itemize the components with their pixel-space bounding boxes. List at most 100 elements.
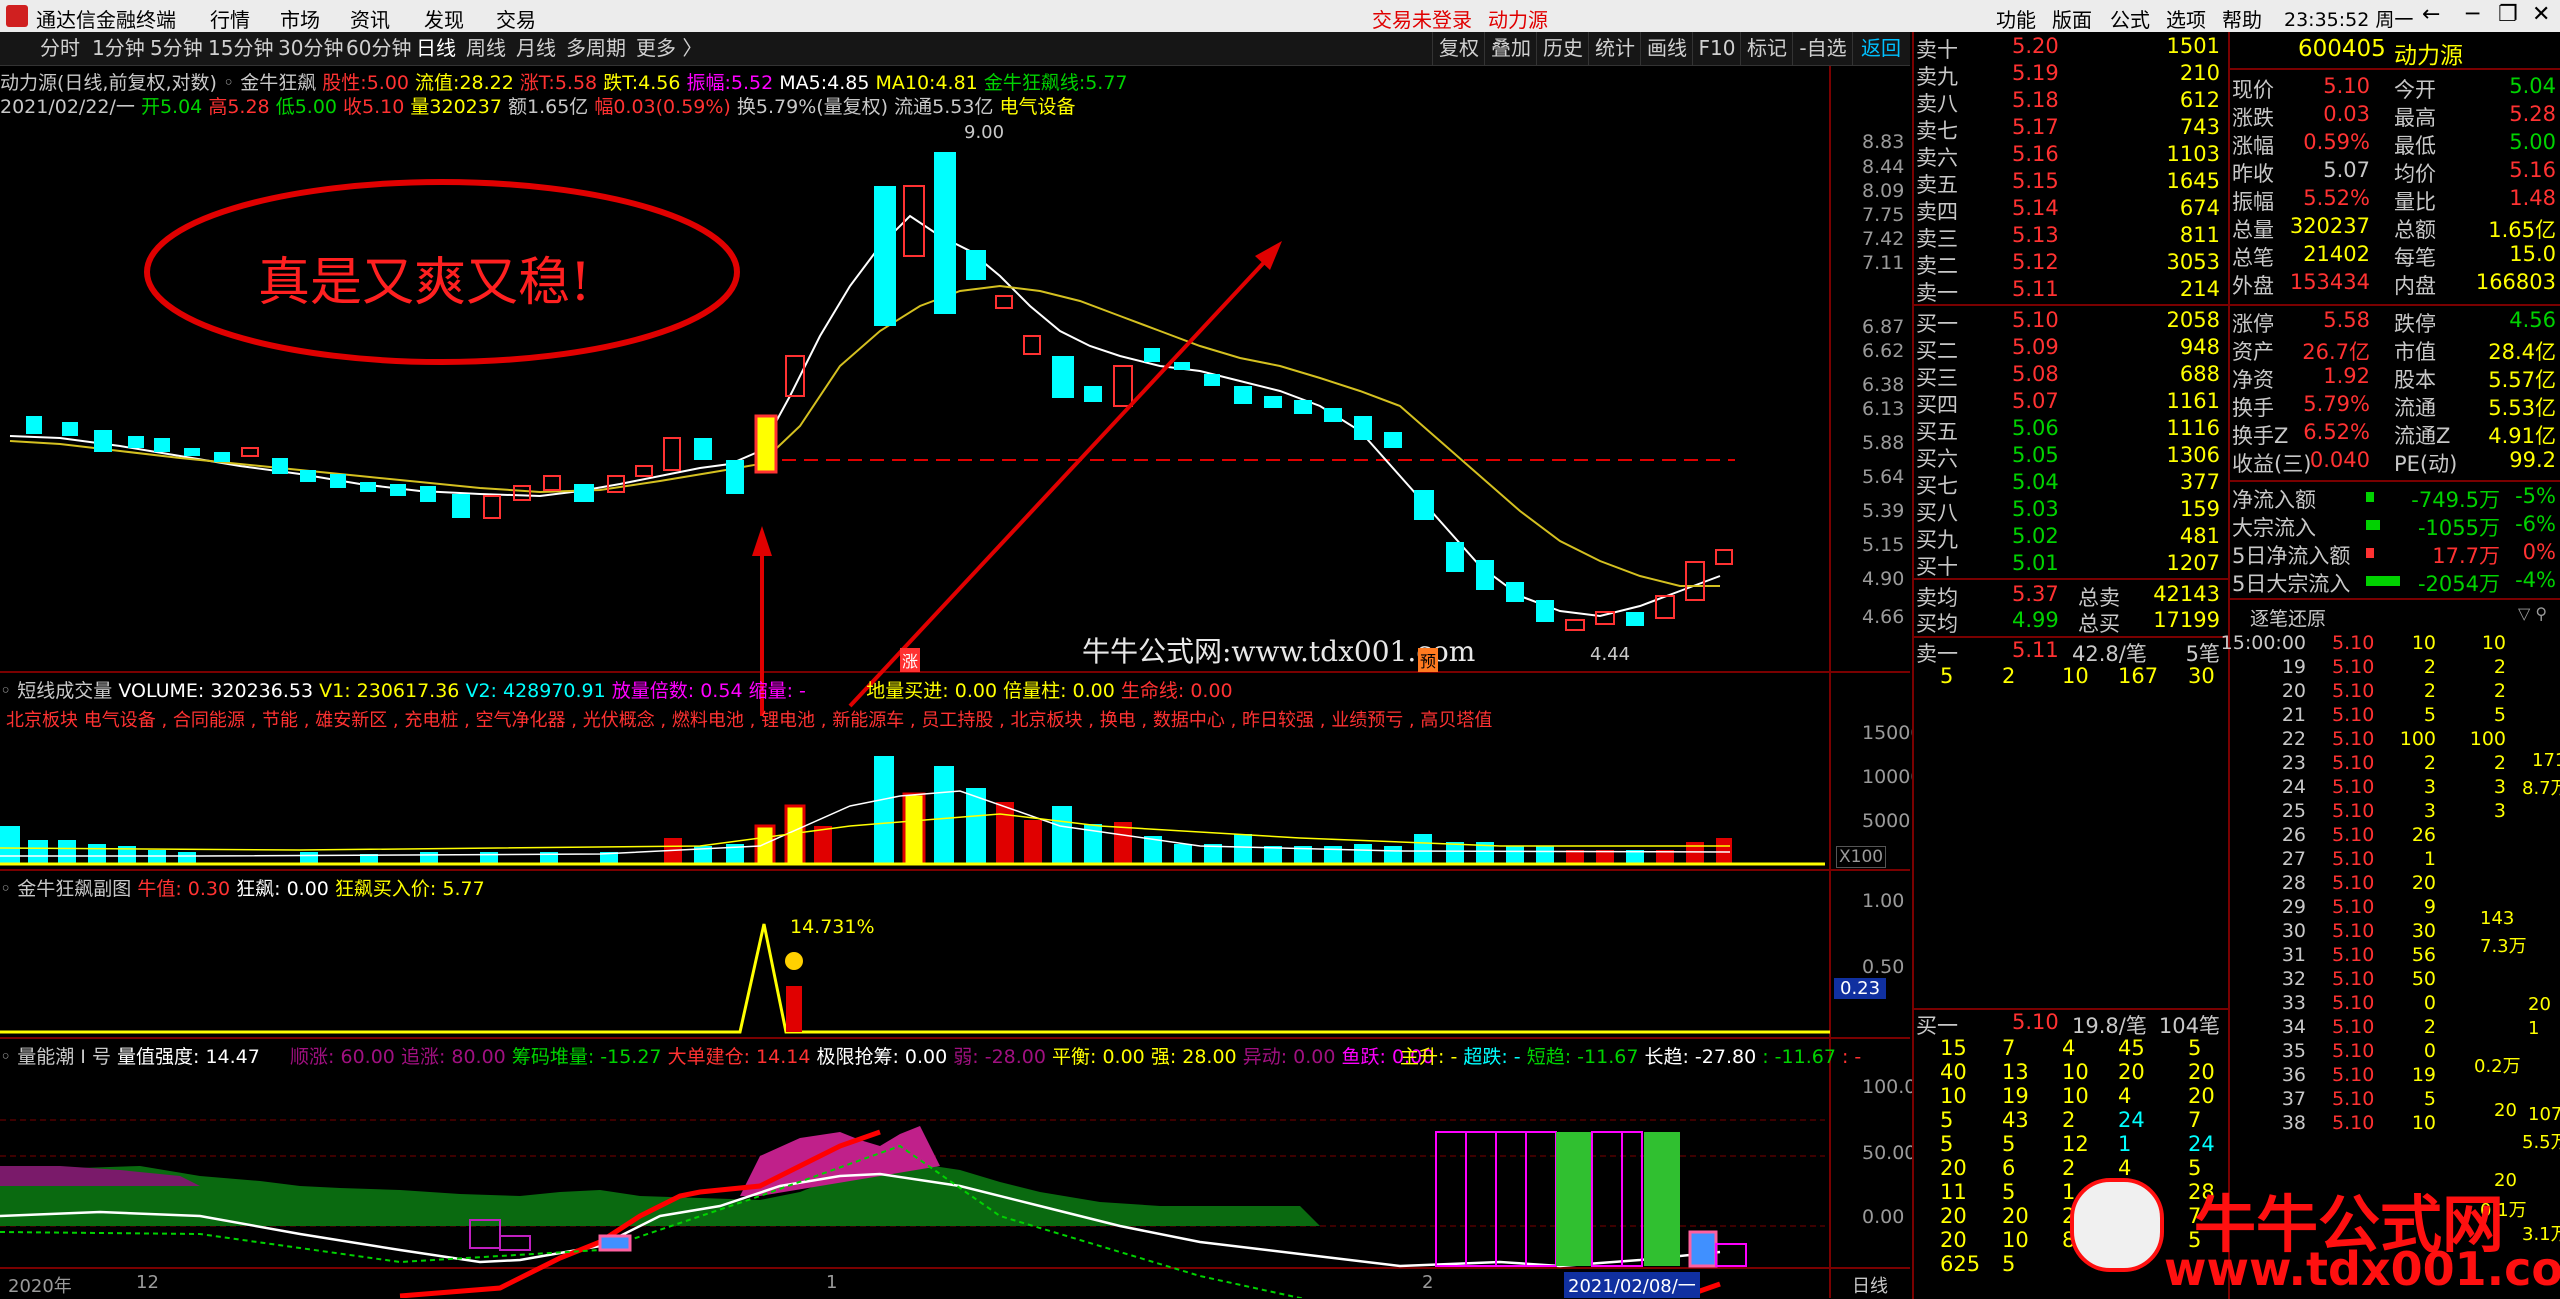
period-tab[interactable]: 月线	[516, 32, 556, 65]
tick-row: 28 5.10 20	[2281, 872, 2436, 894]
sell-level-row[interactable]: 卖十 5.20 1501	[1912, 34, 2228, 62]
menu-item[interactable]: 资讯	[350, 4, 390, 33]
period-tab[interactable]: 5分钟	[150, 32, 203, 65]
fund-flow-row: 5日大宗流入 -2054万 -4%	[2232, 568, 2556, 596]
quote-row: 涨跌 0.03 最高 5.28	[2232, 102, 2556, 130]
return-button[interactable]: 返回	[1852, 32, 1909, 65]
order-book: 卖十 5.20 1501 卖九 5.19 210 卖八 5.18 612 卖七 5.17 743 卖六 5…	[1912, 32, 2228, 1299]
tick-aggregate: 5.5万	[2522, 1132, 2560, 1153]
period-tab[interactable]: 30分钟	[278, 32, 343, 65]
tick-aggregate: 171	[2532, 750, 2560, 771]
period-indicator: 日线	[1852, 1276, 1888, 1297]
tick-row: 20 5.10 2 2	[2281, 680, 2506, 702]
period-tab[interactable]: 60分钟	[346, 32, 411, 65]
period-tab[interactable]: 更多 〉	[636, 32, 702, 65]
f10-button[interactable]: F10	[1692, 32, 1741, 65]
volume-header: ◦ 短线成交量 VOLUME: 320236.53 V1: 230617.36 …	[0, 680, 1233, 702]
buy-level-row[interactable]: 买四 5.07 1161	[1912, 389, 2228, 417]
menu-item[interactable]: 选项	[2166, 4, 2206, 33]
tick-aggregate: 1	[2528, 1018, 2540, 1039]
quote-row: 总量 320237 总额 1.65亿	[2232, 214, 2556, 242]
clock: 23:35:52 周一	[2284, 9, 2414, 31]
quote-panel: 600405 动力源 现价 5.10 今开 5.04 涨跌 0.03 最高 5.28 涨幅 0.5…	[2220, 32, 2560, 1299]
menu-item[interactable]: 发现	[424, 4, 464, 33]
overlay-button[interactable]: 叠加	[1484, 32, 1537, 65]
ticks-title[interactable]: 逐笔还原	[2250, 604, 2326, 631]
sell-level-row[interactable]: 卖八 5.18 612	[1912, 88, 2228, 116]
tick-row: 32 5.10 50	[2281, 968, 2436, 990]
menu-item[interactable]: 版面	[2052, 4, 2092, 33]
period-tab[interactable]: 周线	[466, 32, 506, 65]
tick-row: 25 5.10 3 3	[2281, 800, 2506, 822]
close-icon[interactable]: ✕	[2532, 2, 2550, 27]
low-price-label: 4.44	[1590, 644, 1631, 665]
sell1-queue-header: 卖一 5.11 42.8/笔 5笔	[1916, 638, 2220, 666]
menu-item[interactable]: 公式	[2110, 4, 2150, 33]
menu-item[interactable]: 交易	[496, 4, 536, 33]
period-tab[interactable]: 15分钟	[208, 32, 273, 65]
remove-watchlist-button[interactable]: -自选	[1792, 32, 1853, 65]
filter-icon[interactable]: ▽ ⚲	[2518, 604, 2547, 623]
period-tab[interactable]: 1分钟	[92, 32, 145, 65]
energy-panel-chart	[0, 1119, 1825, 1298]
buy-level-row[interactable]: 买三 5.08 688	[1912, 362, 2228, 390]
stock-code: 600405	[2298, 36, 2386, 62]
period-tab[interactable]: 多周期	[566, 32, 626, 65]
menu-item[interactable]: 功能	[1996, 4, 2036, 33]
quote-row: 昨收 5.07 均价 5.16	[2232, 158, 2556, 186]
buy-level-row[interactable]: 买八 5.03 159	[1912, 497, 2228, 525]
trade-status[interactable]: 交易未登录	[1372, 4, 1472, 33]
draw-button[interactable]: 画线	[1640, 32, 1693, 65]
timeline-label: 1	[826, 1272, 838, 1293]
tick-row: 15:00:00 5.10 10 10	[2220, 632, 2506, 654]
period-toolbar: 分时 1分钟 5分钟 15分钟 30分钟 60分钟 日线 周线 月线 多周期 更…	[0, 32, 1910, 66]
sub-panel-header: ◦ 金牛狂飙副图 牛值: 0.30 狂飙: 0.00 狂飙买入价: 5.77	[0, 878, 485, 900]
mark-button[interactable]: 标记	[1740, 32, 1793, 65]
high-price-label: 9.00	[964, 122, 1005, 143]
tick-row: 19 5.10 2 2	[2281, 656, 2506, 678]
stock-name-link[interactable]: 动力源	[1488, 4, 1548, 33]
sell-level-row[interactable]: 卖二 5.12 3053	[1912, 250, 2228, 278]
sell-level-row[interactable]: 卖六 5.16 1103	[1912, 142, 2228, 170]
buy-level-row[interactable]: 买五 5.06 1116	[1912, 416, 2228, 444]
fuquan-button[interactable]: 复权	[1432, 32, 1485, 65]
energy-header-right: 主升: - 超跌: - 短趋: -11.67 长趋: -27.80 : -11.…	[1400, 1046, 1862, 1068]
tick-row: 33 5.10 0	[2281, 992, 2436, 1014]
back-arrow-icon[interactable]: ←	[2422, 2, 2440, 27]
tick-row: 22 5.10 100 100	[2281, 728, 2506, 750]
minimize-icon[interactable]: ─	[2466, 2, 2479, 27]
tick-row: 26 5.10 26	[2281, 824, 2436, 846]
buy-level-row[interactable]: 买十 5.01 1207	[1912, 551, 2228, 579]
period-tab[interactable]: 分时	[40, 32, 80, 65]
fund-flow-row: 大宗流入 -1055万 -6%	[2232, 512, 2556, 540]
sell-level-row[interactable]: 卖三 5.13 811	[1912, 223, 2228, 251]
menu-item[interactable]: 行情	[210, 4, 250, 33]
title-bar: 通达信金融终端 行情 市场 资讯 发现 交易 交易未登录 动力源 功能 版面 公…	[0, 0, 2560, 32]
sell-level-row[interactable]: 卖五 5.15 1645	[1912, 169, 2228, 197]
tick-aggregate: 20	[2494, 1100, 2517, 1121]
fund-flow-row: 净流入额 -749.5万 -5%	[2232, 484, 2556, 512]
chart-area[interactable]: 动力源(日线,前复权,对数) ◦ 金牛狂飙 股性:5.00 流值:28.22 涨…	[0, 66, 1928, 1298]
period-tab-active[interactable]: 日线	[416, 32, 456, 65]
buy-level-row[interactable]: 买一 5.10 2058	[1912, 308, 2228, 336]
menu-item[interactable]: 帮助	[2222, 4, 2262, 33]
tick-aggregate: 107	[2528, 1104, 2560, 1125]
timeline-cursor: 2021/02/08/一	[1564, 1272, 1700, 1298]
quote-row: 外盘 153434 内盘 166803	[2232, 270, 2556, 298]
quote-row: 净资 1.92 股本 5.57亿	[2232, 364, 2556, 392]
restore-icon[interactable]: ❐	[2498, 2, 2518, 27]
volume-bars	[0, 756, 1825, 866]
menu-item[interactable]: 市场	[280, 4, 320, 33]
buy-level-row[interactable]: 买七 5.04 377	[1912, 470, 2228, 498]
history-button[interactable]: 历史	[1536, 32, 1589, 65]
sell-level-row[interactable]: 卖一 5.11 214	[1912, 277, 2228, 305]
quote-row: 收益(三) 0.040 PE(动) 99.2	[2232, 448, 2556, 476]
buy-level-row[interactable]: 买九 5.02 481	[1912, 524, 2228, 552]
sell-level-row[interactable]: 卖七 5.17 743	[1912, 115, 2228, 143]
sell-level-row[interactable]: 卖四 5.14 674	[1912, 196, 2228, 224]
buy-level-row[interactable]: 买二 5.09 948	[1912, 335, 2228, 363]
buy-level-row[interactable]: 买六 5.05 1306	[1912, 443, 2228, 471]
stats-button[interactable]: 统计	[1588, 32, 1641, 65]
sell-level-row[interactable]: 卖九 5.19 210	[1912, 61, 2228, 89]
quote-row: 现价 5.10 今开 5.04	[2232, 74, 2556, 102]
